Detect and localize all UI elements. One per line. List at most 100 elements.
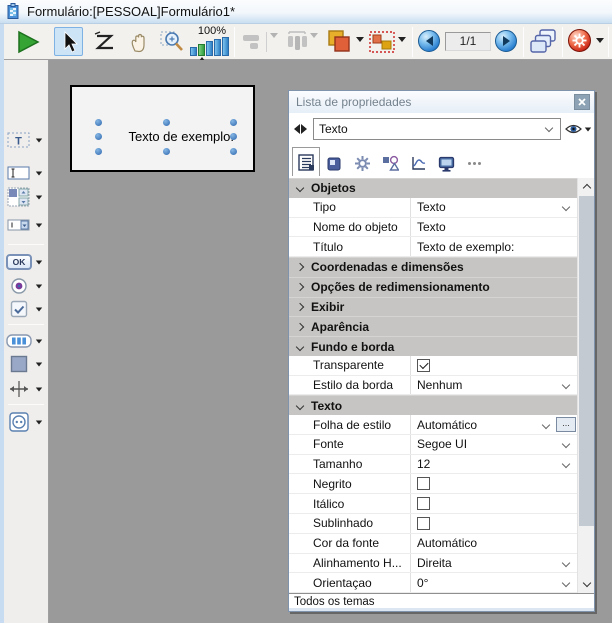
distribute-objects-button[interactable] bbox=[284, 29, 310, 53]
property-value-text[interactable]: Texto bbox=[410, 218, 579, 237]
property-row[interactable]: Orientaçao0° bbox=[289, 573, 579, 593]
previous-page-button[interactable] bbox=[418, 30, 440, 52]
align-dropdown-button[interactable] bbox=[270, 33, 278, 38]
property-row[interactable]: Transparente bbox=[289, 356, 579, 376]
checkbox-tool[interactable] bbox=[4, 297, 48, 321]
tab-objects[interactable] bbox=[376, 151, 404, 176]
settings-button[interactable] bbox=[568, 29, 591, 52]
property-row[interactable]: Itálico bbox=[289, 494, 579, 514]
checkbox[interactable] bbox=[417, 477, 430, 490]
property-value-checkbox[interactable] bbox=[410, 514, 579, 533]
text-tool[interactable]: T bbox=[4, 128, 48, 152]
tab-display[interactable] bbox=[432, 151, 460, 176]
property-group-header[interactable]: Texto bbox=[289, 395, 579, 415]
tab-data-source[interactable] bbox=[320, 151, 348, 176]
previous-object-button[interactable] bbox=[294, 124, 300, 134]
property-row[interactable]: Estilo da bordaNenhum bbox=[289, 376, 579, 396]
property-value-dropdown[interactable]: Texto bbox=[410, 198, 579, 217]
property-value-dropdown[interactable]: Segoe UI bbox=[410, 435, 579, 454]
property-row[interactable]: Cor da fonteAutomático bbox=[289, 534, 579, 554]
property-value-checkbox[interactable] bbox=[410, 356, 579, 375]
property-value-dropdown-ellipsis[interactable]: Automático... bbox=[410, 415, 579, 434]
checkbox[interactable] bbox=[417, 359, 430, 372]
tab-property-list[interactable] bbox=[292, 147, 320, 176]
property-row[interactable]: Negrito bbox=[289, 474, 579, 494]
panel-close-button[interactable] bbox=[574, 94, 590, 110]
pan-tool-button[interactable] bbox=[124, 27, 153, 56]
selection-handle[interactable] bbox=[230, 148, 237, 155]
property-value-text[interactable]: Texto de exemplo: bbox=[410, 237, 579, 256]
settings-dropdown-button[interactable] bbox=[596, 38, 604, 43]
property-row[interactable]: Alinhamento H...Direita bbox=[289, 554, 579, 574]
combobox-tool[interactable] bbox=[4, 213, 48, 237]
tab-events[interactable] bbox=[404, 151, 432, 176]
property-row[interactable]: TipoTexto bbox=[289, 198, 579, 218]
next-object-button[interactable] bbox=[301, 124, 307, 134]
selection-handle[interactable] bbox=[230, 119, 237, 126]
splitter-tool[interactable] bbox=[4, 377, 48, 401]
tab-action[interactable] bbox=[348, 151, 376, 176]
property-value: Texto bbox=[417, 200, 446, 214]
plugin-tool[interactable] bbox=[4, 410, 48, 434]
scroll-up-button[interactable] bbox=[578, 178, 595, 195]
select-tool-button[interactable] bbox=[54, 27, 83, 56]
property-value-checkbox[interactable] bbox=[410, 494, 579, 513]
property-value-checkbox[interactable] bbox=[410, 474, 579, 493]
property-row[interactable]: FonteSegoe UI bbox=[289, 435, 579, 455]
property-group-header[interactable]: Objetos bbox=[289, 178, 579, 198]
distribute-dropdown-button[interactable] bbox=[310, 33, 318, 38]
property-value-dropdown[interactable]: Nenhum bbox=[410, 376, 579, 395]
rectangle-tool[interactable] bbox=[4, 352, 48, 376]
align-objects-button[interactable] bbox=[241, 30, 263, 52]
property-group-header[interactable]: Exibir bbox=[289, 297, 579, 317]
selection-handle[interactable] bbox=[95, 119, 102, 126]
property-row[interactable]: Folha de estiloAutomático... bbox=[289, 415, 579, 435]
property-row[interactable]: TítuloTexto de exemplo: bbox=[289, 237, 579, 257]
chevron-down-icon bbox=[36, 195, 42, 199]
layering-button[interactable] bbox=[324, 27, 354, 57]
panel-scrollbar[interactable] bbox=[577, 178, 594, 593]
checkbox[interactable] bbox=[417, 517, 430, 530]
selection-handle[interactable] bbox=[95, 133, 102, 140]
property-row[interactable]: Tamanho12 bbox=[289, 455, 579, 475]
checkbox[interactable] bbox=[417, 497, 430, 510]
input-tool[interactable] bbox=[4, 161, 48, 185]
entry-order-tool-button[interactable] bbox=[90, 27, 119, 56]
text-object[interactable]: Texto de exemplo: bbox=[98, 122, 234, 151]
stylesheet-ellipsis-button[interactable]: ... bbox=[556, 417, 576, 432]
next-page-button[interactable] bbox=[495, 30, 517, 52]
selection-handle[interactable] bbox=[163, 148, 170, 155]
property-value-text[interactable]: Automático bbox=[410, 534, 579, 553]
zoom-level-widget[interactable]: 100% bbox=[188, 25, 236, 59]
zoom-tool-button[interactable] bbox=[156, 27, 187, 56]
run-form-button[interactable] bbox=[14, 28, 42, 56]
property-group-header[interactable]: Fundo e borda bbox=[289, 336, 579, 356]
visibility-options-button[interactable] bbox=[565, 119, 593, 139]
panel-title-bar[interactable]: Lista de propriedades bbox=[289, 91, 594, 113]
scrollbar-thumb[interactable] bbox=[579, 196, 594, 526]
object-selector-dropdown[interactable]: Texto bbox=[313, 118, 561, 140]
tab-more[interactable] bbox=[460, 151, 488, 176]
button-grid-tool[interactable] bbox=[4, 329, 48, 353]
listbox-tool[interactable] bbox=[4, 185, 48, 209]
property-row[interactable]: Nome do objetoTexto bbox=[289, 218, 579, 238]
radio-tool[interactable] bbox=[4, 274, 48, 298]
form-pages-button[interactable] bbox=[528, 28, 558, 56]
group-objects-button[interactable] bbox=[368, 30, 396, 54]
property-value-dropdown[interactable]: 12 bbox=[410, 455, 579, 474]
property-group-header[interactable]: Coordenadas e dimensões bbox=[289, 257, 579, 277]
property-value-dropdown[interactable]: Direita bbox=[410, 554, 579, 573]
selection-handle[interactable] bbox=[230, 133, 237, 140]
button-tool[interactable]: OK bbox=[4, 250, 48, 274]
group-label: Fundo e borda bbox=[311, 340, 394, 354]
property-value-dropdown[interactable]: 0° bbox=[410, 573, 579, 592]
scroll-down-button[interactable] bbox=[578, 576, 595, 593]
selection-handle[interactable] bbox=[163, 119, 170, 126]
property-row[interactable]: Sublinhado bbox=[289, 514, 579, 534]
property-group-header[interactable]: Opções de redimensionamento bbox=[289, 277, 579, 297]
group-dropdown-button[interactable] bbox=[398, 37, 406, 42]
property-group-header[interactable]: Aparência bbox=[289, 316, 579, 336]
layering-dropdown-button[interactable] bbox=[356, 37, 364, 42]
selection-handle[interactable] bbox=[95, 148, 102, 155]
page-indicator[interactable]: 1/1 bbox=[445, 32, 491, 51]
